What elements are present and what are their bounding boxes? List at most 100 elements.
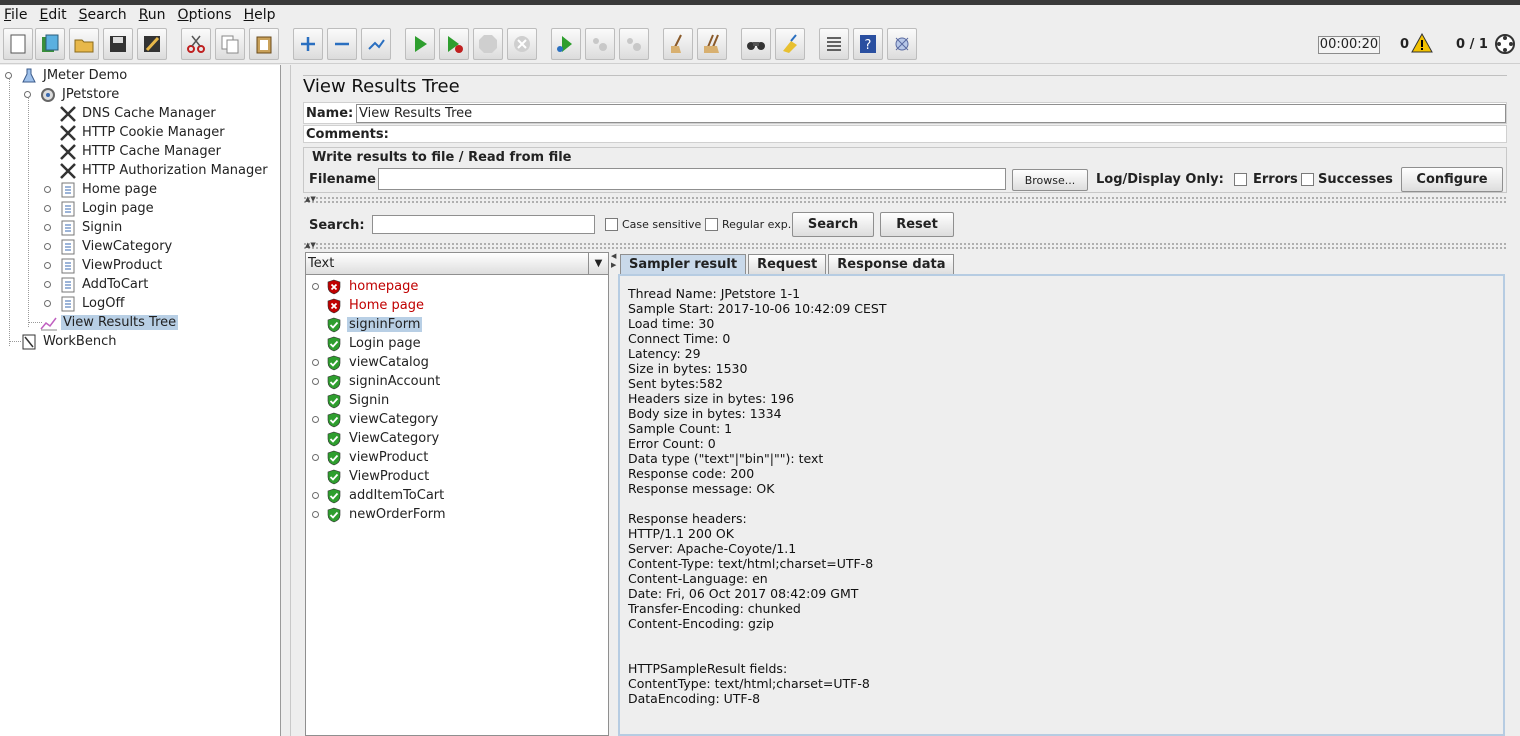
result-row[interactable]: addItemToCart [312,486,446,505]
clear-button[interactable] [663,28,693,60]
reset-search-button[interactable] [775,28,805,60]
result-row[interactable]: ViewCategory [312,429,441,448]
tab-request[interactable]: Request [748,254,827,274]
reset-button[interactable]: Reset [880,212,954,237]
expand-handle[interactable] [312,492,326,499]
result-row[interactable]: signinAccount [312,372,442,391]
open-button[interactable] [69,28,99,60]
tree-label: Login page [82,201,154,216]
templates-button[interactable] [35,28,65,60]
tab-sampler-result[interactable]: Sampler result [620,254,747,274]
tab-response-data[interactable]: Response data [828,254,955,274]
result-row[interactable]: Signin [312,391,391,410]
save-as-button[interactable] [137,28,167,60]
save-button[interactable] [103,28,133,60]
remote-engines-icon[interactable] [1494,33,1516,55]
success-shield-icon [327,412,341,427]
tree-node-home-page[interactable]: Home page [59,180,159,199]
expand-all-button[interactable] [293,28,323,60]
tree-label: HTTP Cache Manager [82,144,221,159]
warning-icon[interactable] [1411,33,1433,53]
tree-node-logoff[interactable]: LogOff [59,294,126,313]
result-label: ViewCategory [349,431,440,446]
result-row[interactable]: newOrderForm [312,505,448,524]
function-helper-button[interactable] [819,28,849,60]
toggle-button[interactable] [361,28,391,60]
new-button[interactable] [3,28,33,60]
success-shield-icon [327,469,341,484]
expand-handle[interactable] [312,416,326,423]
remote-start-all-button[interactable] [551,28,581,60]
browse-button[interactable]: Browse... [1012,169,1088,191]
tree-node-addtocart[interactable]: AddToCart [59,275,150,294]
tree-node-login-page[interactable]: Login page [59,199,156,218]
search-input[interactable] [372,215,595,234]
menu-edit[interactable]: Edit [39,7,66,23]
errors-checkbox[interactable] [1234,173,1247,186]
remote-shutdown-all-button[interactable] [619,28,649,60]
sampler-result-text[interactable]: Thread Name: JPetstore 1-1 Sample Start:… [628,286,887,706]
expand-handle[interactable] [312,359,326,366]
menu-run[interactable]: Run [139,7,166,23]
renderer-select[interactable]: Text ▼ [306,253,608,275]
shutdown-button[interactable] [507,28,537,60]
expand-handle[interactable] [312,511,326,518]
start-button[interactable] [405,28,435,60]
tree-node-http-authorization-manager[interactable]: HTTP Authorization Manager [59,161,270,180]
name-field[interactable]: View Results Tree [356,104,1506,123]
tree-label: Signin [82,220,123,235]
regular-exp-checkbox[interactable] [705,218,718,231]
paste-button[interactable] [249,28,279,60]
tree-node-test-plan[interactable]: JMeter Demo [20,66,129,85]
filename-field[interactable] [378,168,1006,190]
result-row[interactable]: Login page [312,334,423,353]
successes-checkbox[interactable] [1301,173,1314,186]
tree-node-signin[interactable]: Signin [59,218,124,237]
result-row[interactable]: ViewProduct [312,467,431,486]
expand-handle[interactable] [312,378,326,385]
tree-node-http-cache-manager[interactable]: HTTP Cache Manager [59,142,223,161]
result-row[interactable]: homepage [312,277,420,296]
case-sensitive-checkbox[interactable] [605,218,618,231]
comments-row[interactable]: Comments: [303,125,1507,143]
pane-splitter[interactable] [281,65,291,736]
expand-handle[interactable] [312,283,326,290]
tree-node-viewproduct[interactable]: ViewProduct [59,256,164,275]
result-row[interactable]: Home page [312,296,426,315]
divider[interactable]: ▲▼ [303,241,1507,250]
menu-options[interactable]: Options [178,7,232,23]
divider[interactable]: ▲▼ [303,195,1507,204]
result-row[interactable]: viewCatalog [312,353,431,372]
cut-icon [187,35,205,53]
stop-button[interactable] [473,28,503,60]
search-button[interactable] [741,28,771,60]
menu-search[interactable]: Search [79,7,127,23]
configure-button[interactable]: Configure [1401,167,1503,192]
menu-help[interactable]: Help [244,7,276,23]
start-no-pauses-button[interactable] [439,28,469,60]
tree-node-dns-cache-manager[interactable]: DNS Cache Manager [59,104,218,123]
tree-node-http-cookie-manager[interactable]: HTTP Cookie Manager [59,123,227,142]
cut-button[interactable] [181,28,211,60]
tree-node-thread-group[interactable]: JPetstore [39,85,121,104]
result-row[interactable]: viewProduct [312,448,430,467]
workbench-icon [20,333,38,351]
expand-handle[interactable] [312,454,326,461]
menu-file[interactable]: File [4,7,27,23]
tree-node-viewcategory[interactable]: ViewCategory [59,237,174,256]
clear-all-button[interactable] [697,28,727,60]
help-button[interactable]: ? [853,28,883,60]
vertical-splitter[interactable]: ◀ ▶ [610,252,618,736]
success-shield-icon [327,317,341,332]
search-button[interactable]: Search [792,212,874,237]
logger-button[interactable] [887,28,917,60]
result-row[interactable]: viewCategory [312,410,440,429]
remote-stop-all-button[interactable] [585,28,615,60]
tree-node-workbench[interactable]: WorkBench [20,332,118,351]
new-icon [10,34,26,54]
copy-button[interactable] [215,28,245,60]
result-row[interactable]: signinForm [312,315,423,334]
transaction-controller-icon [59,181,77,199]
collapse-all-button[interactable] [327,28,357,60]
tree-node-view-results-tree[interactable]: View Results Tree [40,313,179,332]
